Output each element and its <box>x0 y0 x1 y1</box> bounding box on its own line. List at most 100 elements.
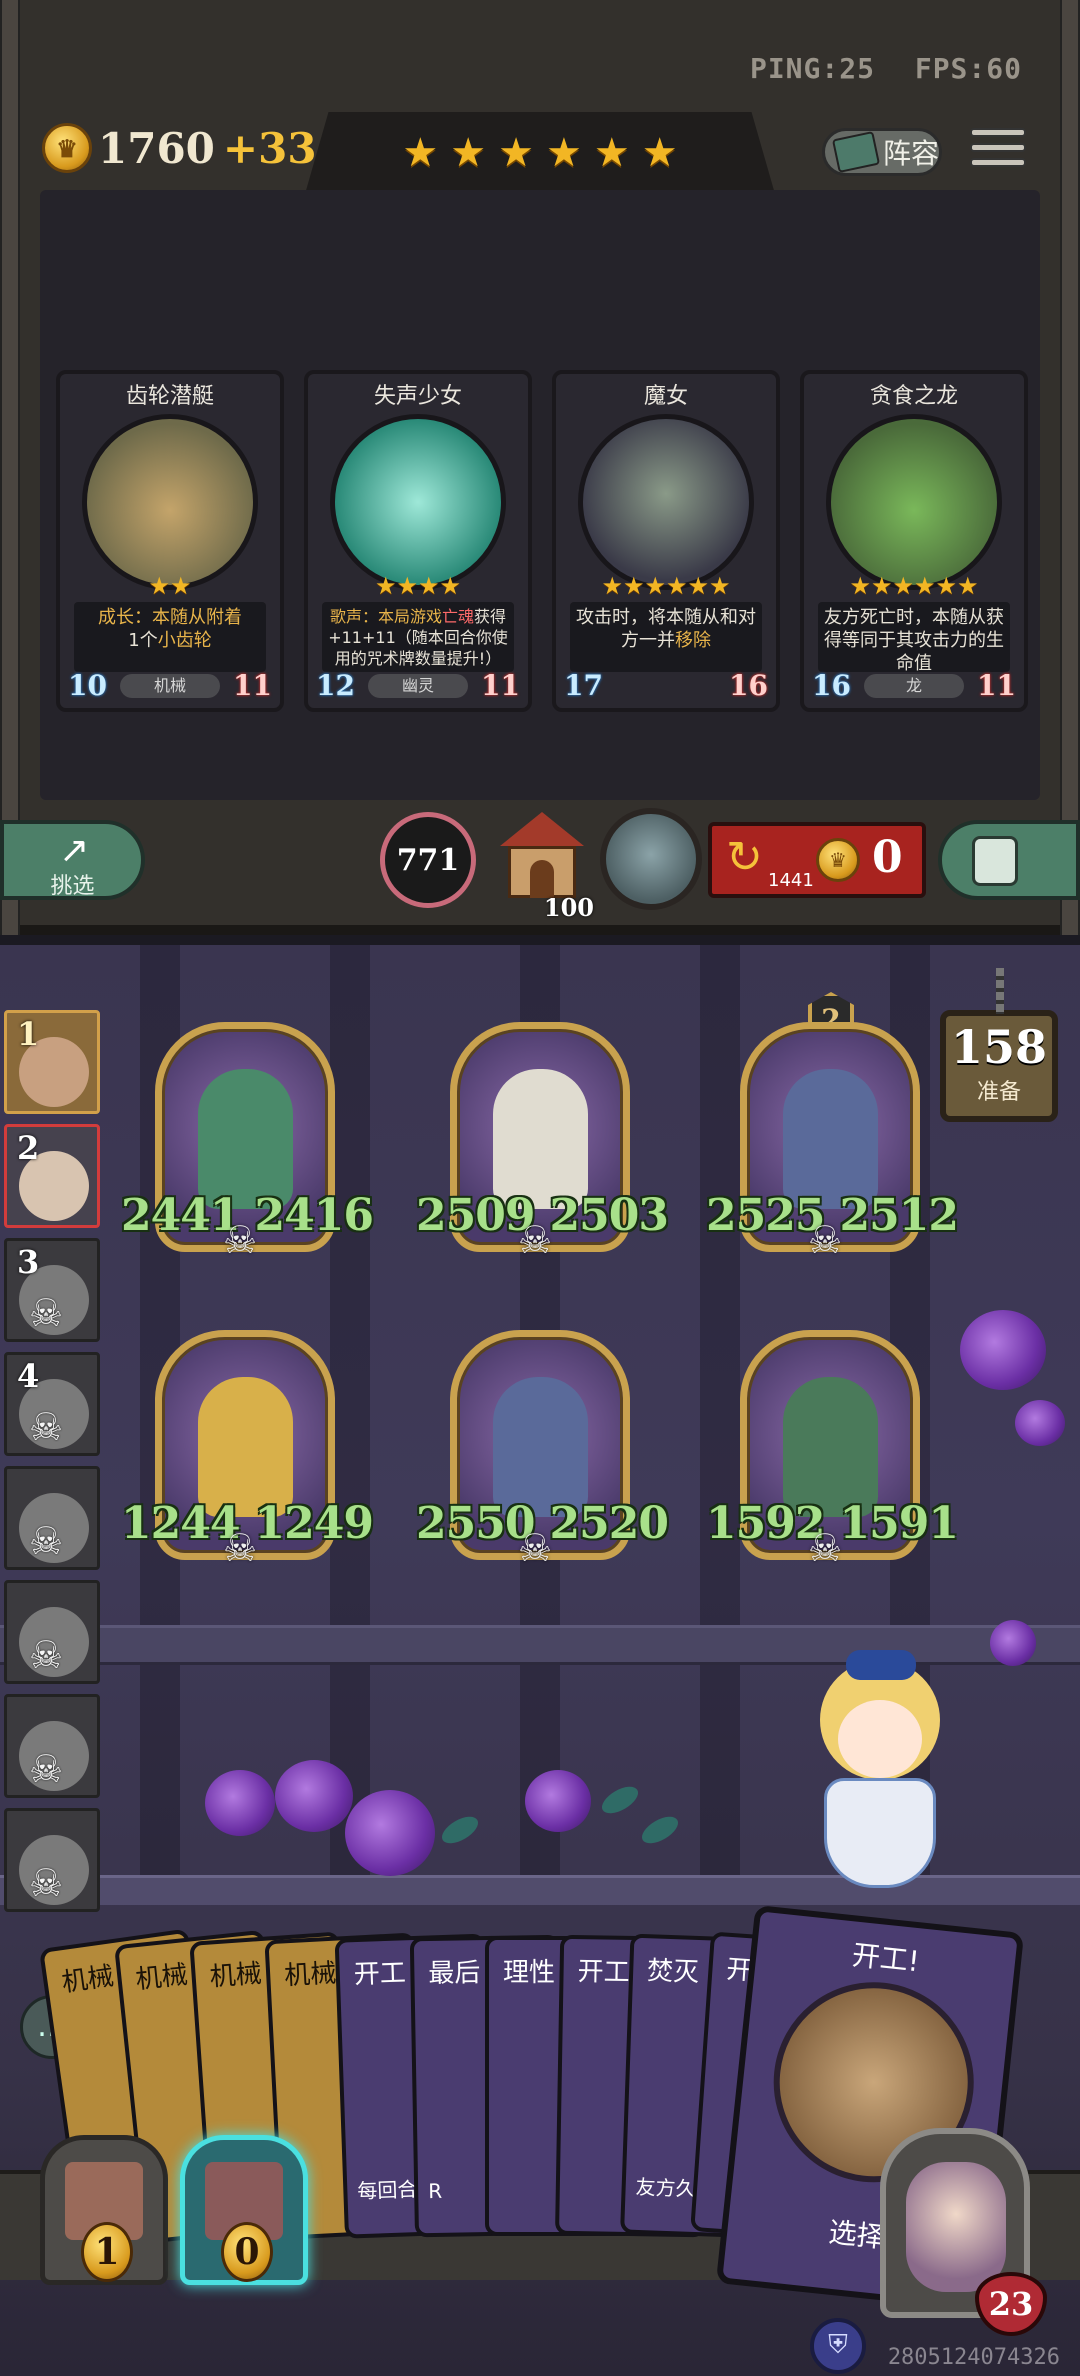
player-slot[interactable]: 2 <box>4 1124 100 1228</box>
skull-icon: ☠ <box>29 1633 64 1677</box>
card-title: 焚灭 <box>646 1956 700 1988</box>
card-health: 16 <box>729 669 768 702</box>
star-icon: ★ <box>498 130 534 176</box>
ready-label: 准备 <box>976 1080 1021 1105</box>
player-slot[interactable]: ☠ <box>4 1466 100 1570</box>
player-rank: 2 <box>17 1129 40 1167</box>
minion-attack: 1244 <box>121 1498 240 1549</box>
chain-icon <box>996 968 1004 1014</box>
skull-icon: ☠ <box>223 1218 258 1262</box>
witch-art <box>578 414 754 590</box>
card-title: 理性 <box>503 1958 556 1988</box>
player-slot[interactable]: 3 ☠ <box>4 1238 100 1342</box>
shop-card[interactable]: 失声少女 ★★★★ 歌声：本局游戏亡魂获得+11+11（随本回合你使用的咒术牌数… <box>304 370 532 712</box>
card-stars: ★★★★ <box>374 572 462 600</box>
board-minion[interactable]: 2 2525 2512 ☠ <box>706 992 959 1262</box>
hero-power-button[interactable] <box>600 808 702 910</box>
card-title: 机械 <box>283 1958 338 1992</box>
rose-decoration <box>990 1620 1036 1666</box>
slot-value: 1 <box>81 2222 133 2282</box>
board-minion[interactable]: 2509 2503 ☠ <box>416 1022 669 1262</box>
card-health: 11 <box>233 669 272 702</box>
card-title: 最后 <box>428 1958 481 1990</box>
lock-button[interactable] <box>938 820 1080 900</box>
hero-art <box>906 2162 1006 2292</box>
player-slot[interactable]: ☠ <box>4 1808 100 1912</box>
tavern-upgrade-button[interactable]: 100 <box>494 812 594 922</box>
card-attack: 17 <box>564 669 603 702</box>
arrow-icon: ↗ <box>59 830 90 871</box>
card-title: 开工 <box>353 1958 407 1991</box>
skull-icon: ☠ <box>518 1526 553 1570</box>
player-slot[interactable]: 4 ☠ <box>4 1352 100 1456</box>
network-stats: PING:25 FPS:60 <box>728 52 1022 85</box>
turn-timer: 771 <box>380 812 476 908</box>
card-attack: 12 <box>316 669 355 702</box>
shop-card[interactable]: 魔女 ★★★★★★ 攻击时，将本随从和对方一并移除 17 16 <box>552 370 780 712</box>
rose-decoration <box>525 1770 591 1832</box>
ready-count: 158 <box>950 1020 1048 1074</box>
minion-attack: 1592 <box>706 1498 825 1549</box>
menu-icon <box>970 128 1026 137</box>
shop-panel: PING:25 FPS:60 ♛ 1760 +331 ★ ★ ★ ★ ★ ★ 阵容 齿轮潜… <box>0 0 1080 935</box>
star-icon: ★ <box>450 130 487 176</box>
equipment-slot[interactable]: 0 <box>180 2135 308 2285</box>
reroll-count: 1441 <box>768 870 814 891</box>
minion-art <box>783 1069 878 1209</box>
card-stars: ★★★★★★ <box>601 572 731 600</box>
card-title: 机械 <box>134 1960 190 1996</box>
card-title: 机械 <box>208 1959 263 1993</box>
slot-value: 0 <box>221 2222 273 2282</box>
card-name: 贪食之龙 <box>869 384 958 409</box>
skull-icon: ☠ <box>29 1519 64 1563</box>
rose-decoration <box>1015 1400 1065 1446</box>
reroll-button[interactable]: ↻ 1441 ♛ 0 <box>708 822 926 898</box>
menu-button[interactable] <box>970 128 1026 178</box>
player-hero-character <box>780 1650 980 1940</box>
lineup-button[interactable]: 阵容 <box>822 128 942 176</box>
player-slot[interactable]: ☠ <box>4 1580 100 1684</box>
card-name: 失声少女 <box>373 384 462 409</box>
card-stars: ★★★★★★ <box>849 572 979 600</box>
shop-card[interactable]: 齿轮潜艇 ★★ 成长：本随从附着 1个小齿轮 10 机械 11 <box>56 370 284 712</box>
frame-right <box>1060 0 1080 935</box>
card-health: 11 <box>481 669 520 702</box>
player-rank: 4 <box>17 1357 40 1395</box>
tavern-stars: ★ ★ ★ ★ ★ ★ <box>305 112 775 194</box>
minion-attack: 2525 <box>706 1190 825 1241</box>
card-description: R <box>427 2178 443 2204</box>
minion-art <box>493 1069 588 1209</box>
refresh-icon: ↻ <box>726 832 763 883</box>
lock-icon <box>972 836 1018 886</box>
star-icon: ★ <box>402 130 439 176</box>
player-slot[interactable]: ☠ <box>4 1694 100 1798</box>
card-tribe: 龙 <box>864 674 964 698</box>
ping-readout: PING:25 <box>749 52 875 85</box>
board-minion[interactable]: 1592 1591 ☠ <box>706 1330 959 1570</box>
board-minion[interactable]: 1244 1249 ☠ <box>121 1330 374 1570</box>
minion-art <box>198 1377 293 1517</box>
card-description: 攻击时，将本随从和对方一并移除 <box>570 602 762 672</box>
card-tribe: 机械 <box>120 674 220 698</box>
filter-button[interactable]: ↗ 挑选 <box>0 820 145 900</box>
card-tribe: 幽灵 <box>368 674 468 698</box>
card-stars: ★★ <box>148 572 192 600</box>
star-icon: ★ <box>641 130 678 176</box>
card-attack: 16 <box>812 669 851 702</box>
board-minion[interactable]: 2550 2520 ☠ <box>416 1330 669 1570</box>
equipment-slot[interactable]: 1 <box>40 2135 168 2285</box>
rose-decoration <box>960 1310 1046 1390</box>
board-minion[interactable]: 2441 2416 ☠ <box>121 1022 374 1262</box>
card-name: 齿轮潜艇 <box>125 384 214 409</box>
rose-decoration <box>205 1770 275 1836</box>
skull-icon: ☠ <box>223 1526 258 1570</box>
shop-card[interactable]: 贪食之龙 ★★★★★★ 友方死亡时，本随从获得等同于其攻击力的生命值 16 龙 … <box>800 370 1028 712</box>
skull-icon: ☠ <box>29 1861 64 1905</box>
frame-left <box>0 0 20 935</box>
card-description: 成长：本随从附着 1个小齿轮 <box>74 602 266 672</box>
rose-decoration <box>275 1760 353 1832</box>
player-list: 1 2 3 ☠ 4 ☠ ☠ ☠ ☠ ☠ <box>4 1010 108 1922</box>
card-health: 11 <box>977 669 1016 702</box>
minion-health: 2416 <box>254 1190 374 1241</box>
player-slot[interactable]: 1 <box>4 1010 100 1114</box>
